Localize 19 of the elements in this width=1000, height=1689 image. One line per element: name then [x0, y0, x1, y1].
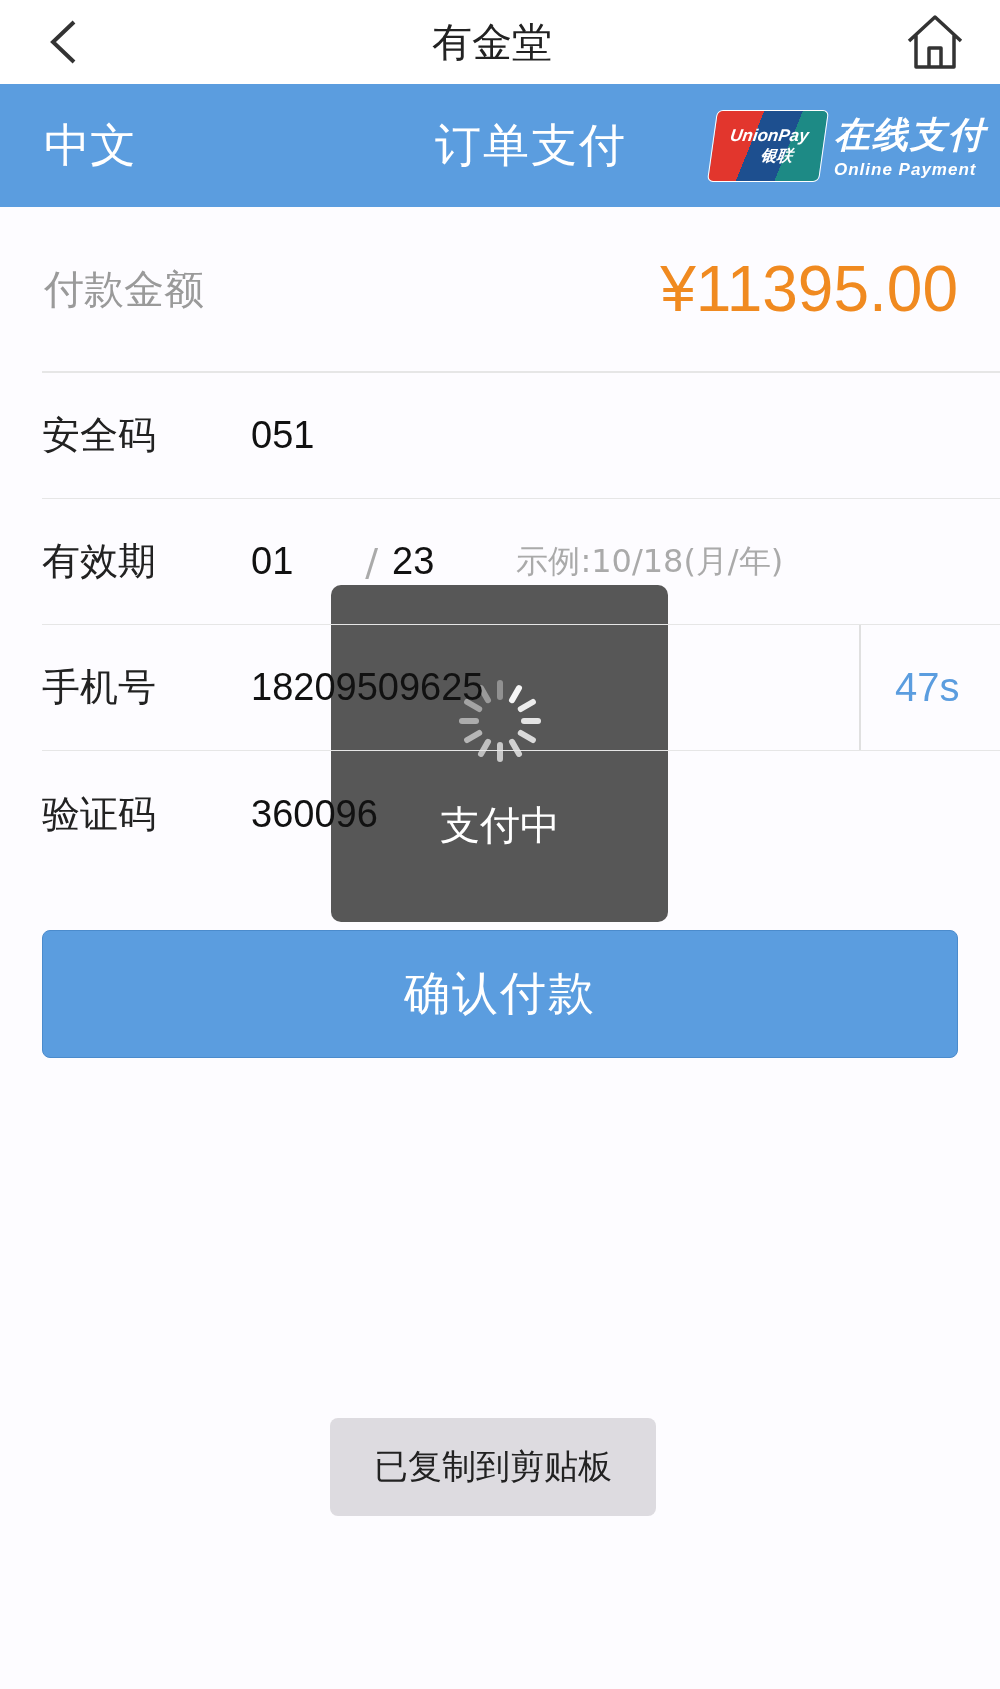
loading-message: 支付中	[439, 801, 560, 850]
field-label: 手机号	[42, 664, 157, 711]
example-hint: 示例:10/18(月/年)	[516, 540, 784, 582]
toast-message: 已复制到剪贴板	[330, 1418, 656, 1516]
amount-value: ¥11395.00	[660, 252, 958, 326]
field-label: 有效期	[42, 538, 157, 585]
year-field[interactable]: 23	[392, 540, 435, 583]
home-icon[interactable]	[906, 14, 964, 70]
month-field[interactable]: 01	[251, 540, 294, 583]
logo-subtitle: Online Payment	[834, 160, 977, 180]
back-button[interactable]	[48, 19, 78, 65]
input-field[interactable]: 051	[251, 414, 315, 457]
field-label: 验证码	[42, 790, 157, 838]
logo-text: 银联	[759, 145, 795, 166]
amount-label: 付款金额	[44, 264, 204, 314]
banner-title: 订单支付	[434, 116, 628, 174]
field-label: 安全码	[42, 412, 157, 459]
page-title: 有金堂	[432, 17, 552, 67]
date-separator: /	[365, 539, 379, 584]
